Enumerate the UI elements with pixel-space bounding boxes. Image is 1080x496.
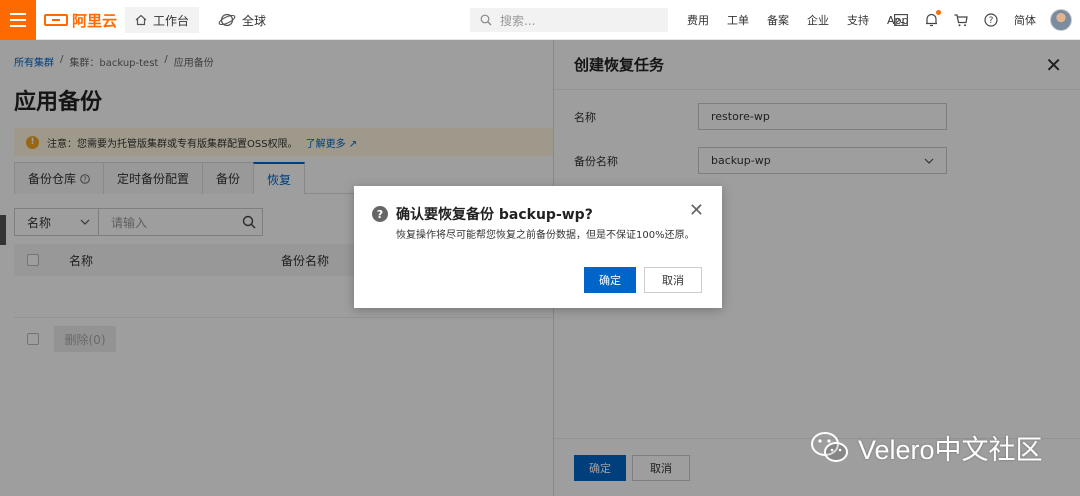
nav-icp[interactable]: 备案 xyxy=(758,12,798,28)
workbench-button[interactable]: 工作台 xyxy=(125,7,200,33)
region-selector[interactable]: 全球 xyxy=(218,7,266,33)
dialog-cancel-button[interactable]: 取消 xyxy=(644,267,702,293)
logo-text: 阿里云 xyxy=(72,11,118,30)
help-icon[interactable]: ? xyxy=(983,12,999,28)
dialog-confirm-button[interactable]: 确定 xyxy=(584,267,636,293)
home-icon xyxy=(135,14,147,26)
watermark-text: Velero中文社区 xyxy=(858,435,1043,465)
aliyun-logo[interactable]: 阿里云 xyxy=(44,0,117,40)
dialog-close-icon[interactable]: ✕ xyxy=(689,200,704,221)
nav-tickets[interactable]: 工单 xyxy=(718,12,758,28)
region-label: 全球 xyxy=(242,13,267,28)
aliyun-logo-mark xyxy=(44,14,68,26)
cart-icon[interactable] xyxy=(953,12,969,28)
nav-billing[interactable]: 费用 xyxy=(678,12,718,28)
wechat-icon xyxy=(811,431,848,462)
terminal-icon[interactable] xyxy=(893,12,909,28)
question-icon: ? xyxy=(372,206,388,222)
bell-icon[interactable] xyxy=(923,10,941,28)
svg-text:?: ? xyxy=(989,16,994,26)
workbench-label: 工作台 xyxy=(153,13,190,28)
nav-enterprise[interactable]: 企业 xyxy=(798,12,838,28)
top-nav-links: 费用 工单 备案 企业 支持 App xyxy=(678,0,918,40)
dialog-header: ? 确认要恢复备份 backup-wp? xyxy=(372,204,593,224)
search-icon xyxy=(480,14,492,26)
confirm-restore-dialog: ? 确认要恢复备份 backup-wp? ✕ 恢复操作将尽可能帮您恢复之前备份数… xyxy=(354,186,722,308)
dialog-title: 确认要恢复备份 backup-wp? xyxy=(396,207,593,223)
search-input[interactable]: 搜索... xyxy=(470,8,668,32)
globe-icon xyxy=(218,13,236,27)
notification-dot xyxy=(936,10,941,15)
dialog-message: 恢复操作将尽可能帮您恢复之前备份数据，但是不保证100%还原。 xyxy=(396,230,695,241)
avatar[interactable] xyxy=(1050,9,1072,31)
top-icon-group: ? xyxy=(893,0,999,40)
language-switch[interactable]: 简体 xyxy=(1014,0,1036,40)
dialog-actions: 确定 取消 xyxy=(584,267,702,293)
wechat-watermark: Velero中文社区 xyxy=(810,428,1043,467)
nav-support[interactable]: 支持 xyxy=(838,12,878,28)
menu-icon[interactable] xyxy=(0,0,36,40)
top-navigation-bar: 阿里云 工作台 全球 搜索... 费用 工单 备案 企业 支持 App ? 简体 xyxy=(0,0,1080,40)
search-placeholder: 搜索... xyxy=(500,13,536,28)
